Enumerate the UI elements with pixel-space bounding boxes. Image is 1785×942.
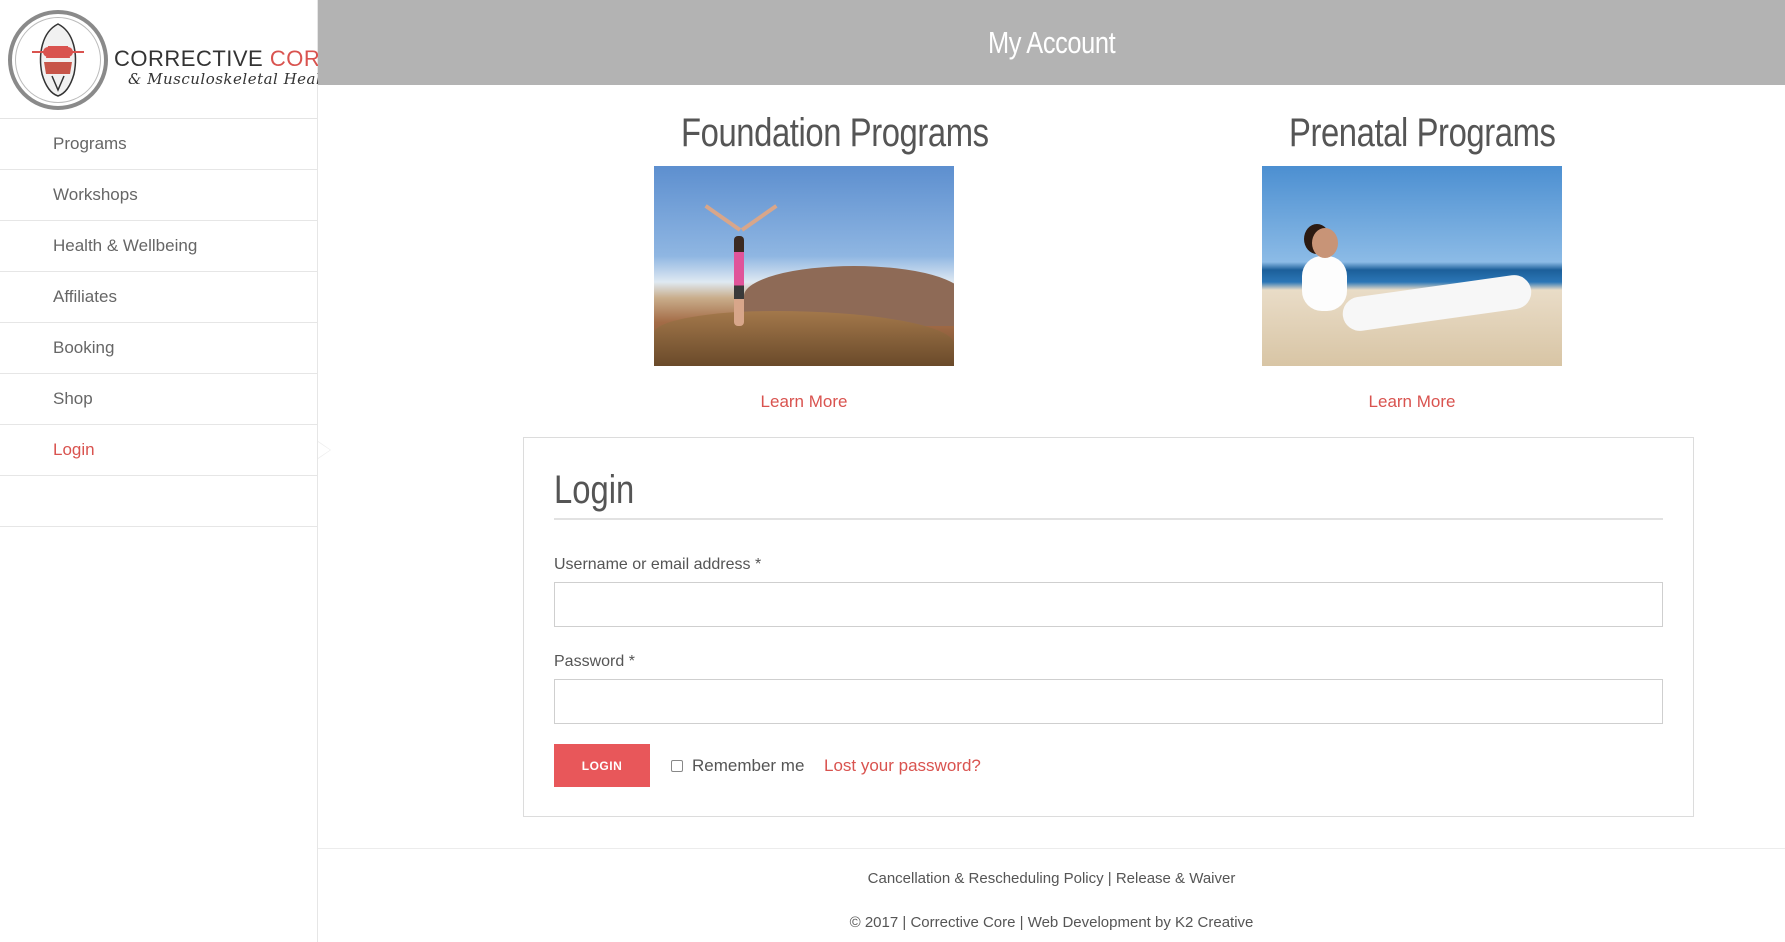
login-button[interactable]: LOGIN [554, 744, 650, 787]
site-logo[interactable]: CORRECTIVE CORE & Musculoskeletal Health [0, 0, 338, 119]
sidebar-item-booking[interactable]: Booking [0, 323, 317, 374]
footer-separator: | [1103, 870, 1116, 887]
footer-copyright: © 2017 | Corrective Core | Web Developme… [849, 914, 1254, 931]
remember-me-checkbox[interactable] [671, 760, 683, 772]
password-label: Password * [554, 653, 635, 670]
program-title: Prenatal Programs [1289, 111, 1556, 155]
remember-me-label: Remember me [692, 756, 805, 775]
remember-me[interactable]: Remember me [671, 756, 804, 776]
brand-name: CORRECTIVE CORE [114, 46, 336, 71]
login-heading: Login [554, 468, 635, 512]
sidebar: CORRECTIVE CORE & Musculoskeletal Health… [0, 0, 338, 942]
cancellation-policy-link[interactable]: Cancellation & Rescheduling Policy [868, 870, 1104, 887]
username-field[interactable] [554, 582, 1663, 627]
sidebar-item-affiliates[interactable]: Affiliates [0, 272, 317, 323]
program-title: Foundation Programs [681, 111, 989, 155]
login-form: Login Username or email address * Passwo… [523, 437, 1694, 817]
prenatal-program-image[interactable] [1262, 166, 1562, 366]
learn-more-link[interactable]: Learn More [1262, 392, 1562, 412]
foundation-program-image[interactable] [654, 166, 954, 366]
page-title: My Account [987, 24, 1116, 60]
sidebar-item-login[interactable]: Login [0, 425, 331, 476]
sidebar-nav: Programs Workshops Health & Wellbeing Af… [0, 119, 331, 527]
divider [554, 518, 1663, 520]
username-label: Username or email address * [554, 556, 762, 573]
password-field[interactable] [554, 679, 1663, 724]
program-card-prenatal: Prenatal Programs Learn More [1262, 108, 1562, 412]
sidebar-item-shop[interactable]: Shop [0, 374, 317, 425]
page-header: My Account [318, 0, 1785, 85]
sidebar-item-workshops[interactable]: Workshops [0, 170, 317, 221]
release-waiver-link[interactable]: Release & Waiver [1116, 870, 1236, 887]
lost-password-link[interactable]: Lost your password? [824, 756, 981, 776]
sidebar-item-empty [0, 476, 317, 527]
program-card-foundation: Foundation Programs Learn More [654, 108, 989, 412]
sidebar-item-programs[interactable]: Programs [0, 119, 317, 170]
footer-links: Cancellation & Rescheduling Policy | Rel… [318, 870, 1785, 887]
learn-more-link[interactable]: Learn More [654, 392, 954, 412]
logo-emblem-icon [8, 10, 108, 110]
brand-tagline: & Musculoskeletal Health [128, 70, 338, 88]
footer-divider [318, 848, 1785, 849]
sidebar-item-health-wellbeing[interactable]: Health & Wellbeing [0, 221, 317, 272]
